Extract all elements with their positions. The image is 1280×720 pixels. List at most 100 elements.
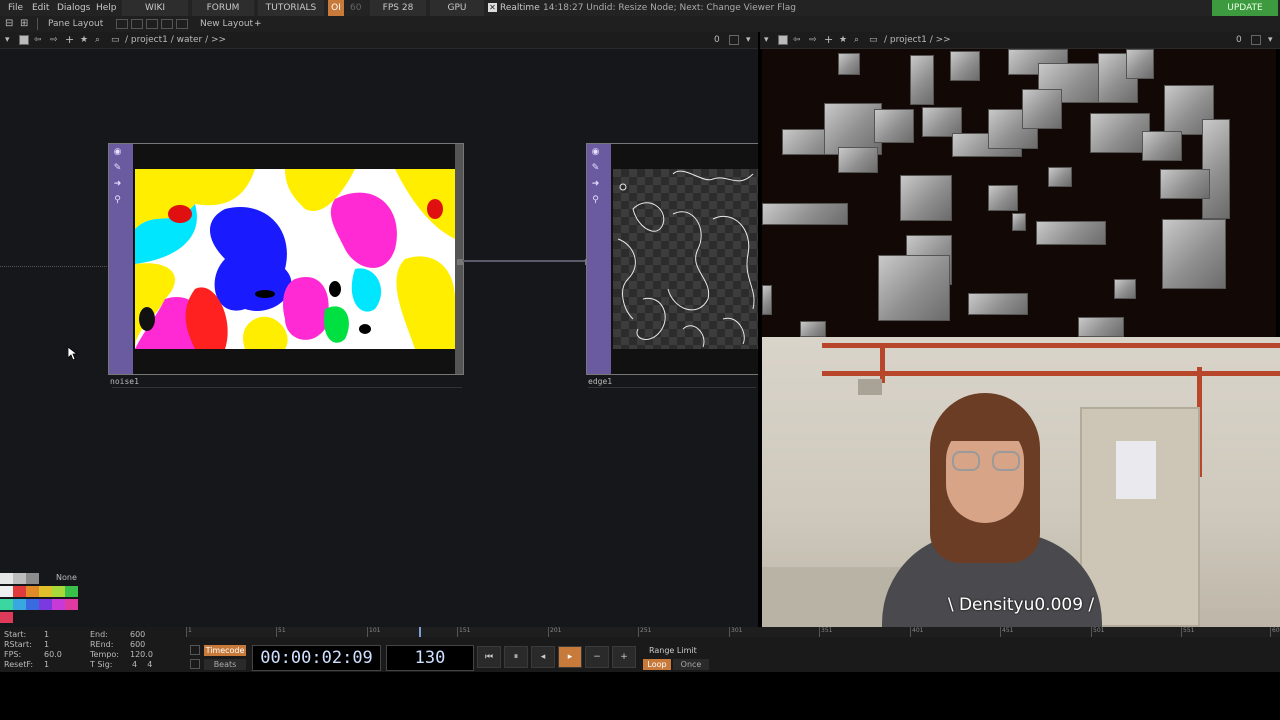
- update-button[interactable]: UPDATE: [1212, 0, 1278, 16]
- node-wire[interactable]: [463, 260, 587, 262]
- palette-none-label[interactable]: None: [56, 573, 77, 582]
- edge-node[interactable]: ◉ ✎ ➜ ⚲: [585, 143, 758, 375]
- tutorials-button[interactable]: TUTORIALS: [258, 0, 324, 16]
- beats-toggle-icon[interactable]: [190, 659, 200, 669]
- layout-single-icon[interactable]: [116, 19, 128, 29]
- timecode-mode-button[interactable]: Timecode: [204, 645, 246, 656]
- viewer-flag-icon[interactable]: ◉: [112, 147, 123, 158]
- palette-swatch[interactable]: [39, 586, 52, 597]
- timecode-toggle-icon[interactable]: [190, 645, 200, 655]
- menu-edit[interactable]: Edit: [32, 0, 49, 16]
- noise-node[interactable]: ◉ ✎ ➜ ⚲: [108, 143, 464, 375]
- palette-swatch[interactable]: [13, 586, 26, 597]
- pane-dropdown-icon[interactable]: ▾: [5, 32, 10, 48]
- bypass-flag-icon[interactable]: ➜: [112, 179, 123, 190]
- render-viewer[interactable]: [762, 49, 1276, 337]
- wiki-button[interactable]: WIKI: [122, 0, 188, 16]
- play-button[interactable]: ▸: [558, 646, 582, 668]
- palette-swatch[interactable]: [0, 612, 13, 623]
- back-icon[interactable]: ⇦: [34, 32, 42, 48]
- save-layout-icon[interactable]: ⊟: [5, 16, 13, 32]
- viewer-path[interactable]: / project1 / >>: [884, 32, 951, 48]
- end-value[interactable]: 600: [130, 630, 145, 640]
- noise-node-label[interactable]: noise1: [110, 377, 139, 386]
- palette-swatch[interactable]: [52, 586, 65, 597]
- palette-swatch[interactable]: [0, 599, 13, 610]
- bookmark-icon[interactable]: ★: [839, 32, 847, 48]
- step-back-button[interactable]: −: [585, 646, 609, 668]
- menu-dialogs[interactable]: Dialogs: [57, 0, 90, 16]
- edit-flag-icon[interactable]: ✎: [590, 163, 601, 174]
- layout-triple-icon[interactable]: [176, 19, 188, 29]
- rewind-to-start-button[interactable]: ⏮: [477, 646, 501, 668]
- network-path[interactable]: / project1 / water / >>: [125, 32, 226, 48]
- resetf-value[interactable]: 1: [44, 660, 49, 670]
- pane-dropdown-icon[interactable]: ▾: [764, 32, 769, 48]
- tsig-value[interactable]: 4 4: [132, 660, 152, 670]
- search-icon[interactable]: ⌕: [95, 32, 100, 48]
- menu-file[interactable]: File: [8, 0, 23, 16]
- oi-button[interactable]: OI: [328, 0, 344, 16]
- lock-flag-icon[interactable]: ⚲: [112, 195, 123, 206]
- palette-swatch[interactable]: [13, 573, 26, 584]
- edge-node-label[interactable]: edge1: [588, 377, 612, 386]
- lock-flag-icon[interactable]: ⚲: [590, 195, 601, 206]
- menu-help[interactable]: Help: [96, 0, 117, 16]
- search-icon[interactable]: ⌕: [854, 32, 859, 48]
- add-icon[interactable]: +: [65, 32, 74, 48]
- bypass-flag-icon[interactable]: ➜: [590, 179, 601, 190]
- rend-value[interactable]: 600: [130, 640, 145, 650]
- layout-split-icon[interactable]: [131, 19, 143, 29]
- frame-display[interactable]: 130: [386, 645, 474, 671]
- once-button[interactable]: Once: [673, 659, 709, 670]
- pane-menu-icon[interactable]: ▾: [1268, 32, 1273, 48]
- forward-icon[interactable]: ⇨: [809, 32, 817, 48]
- folder-icon[interactable]: ▭: [111, 32, 120, 48]
- layout-hsplit-icon[interactable]: [146, 19, 158, 29]
- add-layout-icon[interactable]: +: [254, 16, 262, 32]
- palette-swatch[interactable]: [52, 599, 65, 610]
- realtime-checkbox[interactable]: ✕: [488, 3, 497, 12]
- start-value[interactable]: 1: [44, 630, 49, 640]
- forward-icon[interactable]: ⇨: [50, 32, 58, 48]
- palette-swatch[interactable]: [65, 586, 78, 597]
- palette-swatch[interactable]: [0, 586, 13, 597]
- playhead[interactable]: [419, 627, 421, 637]
- play-reverse-button[interactable]: ◂: [531, 646, 555, 668]
- back-icon[interactable]: ⇦: [793, 32, 801, 48]
- pause-button[interactable]: ⏸: [504, 646, 528, 668]
- stop-icon[interactable]: [19, 35, 29, 45]
- folder-icon[interactable]: ▭: [869, 32, 878, 48]
- step-forward-button[interactable]: +: [612, 646, 636, 668]
- pane-menu-icon[interactable]: ▾: [746, 32, 751, 48]
- add-icon[interactable]: +: [824, 32, 833, 48]
- palette-swatch[interactable]: [26, 573, 39, 584]
- palette-swatch[interactable]: [13, 599, 26, 610]
- forum-button[interactable]: FORUM: [192, 0, 254, 16]
- timeline-tick: [1091, 627, 1092, 637]
- maximize-icon[interactable]: [729, 35, 739, 45]
- palette-swatch[interactable]: [26, 599, 39, 610]
- palette-swatch[interactable]: [0, 573, 13, 584]
- edit-flag-icon[interactable]: ✎: [112, 163, 123, 174]
- palette-swatch[interactable]: [65, 599, 78, 610]
- fps-value[interactable]: 60.0: [44, 650, 62, 660]
- pane-menu-icon[interactable]: ⊞: [20, 16, 28, 32]
- network-editor[interactable]: ◉ ✎ ➜ ⚲ noise1 ◉ ✎ ➜ ⚲ edge1 None: [0, 49, 758, 627]
- beats-mode-button[interactable]: Beats: [204, 659, 246, 670]
- bookmark-icon[interactable]: ★: [80, 32, 88, 48]
- maximize-icon[interactable]: [1251, 35, 1261, 45]
- stop-icon[interactable]: [778, 35, 788, 45]
- loop-button[interactable]: Loop: [643, 659, 671, 670]
- tempo-value[interactable]: 120.0: [130, 650, 153, 660]
- layout-quad-icon[interactable]: [161, 19, 173, 29]
- new-layout-label[interactable]: New Layout: [200, 16, 253, 32]
- rstart-value[interactable]: 1: [44, 640, 49, 650]
- palette-swatch[interactable]: [26, 586, 39, 597]
- palette-swatch[interactable]: [39, 599, 52, 610]
- sixty-button[interactable]: 60: [350, 0, 361, 16]
- timeline-ruler[interactable]: 151101151201251301351401451501551600: [186, 627, 1280, 637]
- timecode-display[interactable]: 00:00:02:09: [252, 645, 381, 671]
- viewer-flag-icon[interactable]: ◉: [590, 147, 601, 158]
- gpu-button[interactable]: GPU: [430, 0, 484, 16]
